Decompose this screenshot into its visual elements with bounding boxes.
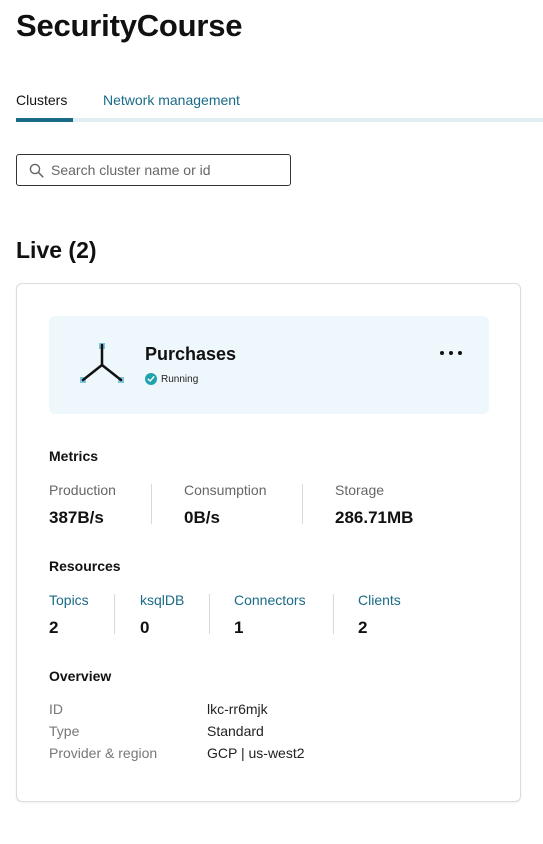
cluster-node-icon <box>80 343 124 383</box>
connectors-link[interactable]: Connectors <box>234 592 306 608</box>
search-input[interactable] <box>51 160 283 180</box>
cluster-card: Purchases Running Metrics Production 387… <box>16 283 521 802</box>
divider <box>114 594 115 634</box>
resource-clients: Clients 2 <box>358 592 401 638</box>
more-dot <box>458 351 462 355</box>
metric-label: Production <box>49 482 116 498</box>
cluster-id-value: lkc-rr6mjk <box>207 701 268 717</box>
overview-label-provider: Provider & region <box>49 745 158 761</box>
resource-count: 2 <box>49 618 59 637</box>
status-text: Running <box>161 373 199 385</box>
active-tab-indicator <box>16 118 73 122</box>
resources-title: Resources <box>49 558 121 574</box>
divider <box>302 484 303 524</box>
cluster-type-value: Standard <box>207 723 264 739</box>
status-badge: Running <box>145 372 198 386</box>
metric-storage: Storage 286.71MB <box>335 482 413 528</box>
metric-production: Production 387B/s <box>49 482 116 528</box>
check-circle-icon <box>145 373 157 385</box>
metric-value: 0B/s <box>184 508 220 527</box>
divider <box>333 594 334 634</box>
resource-ksqldb: ksqlDB 0 <box>140 592 184 638</box>
metric-value: 387B/s <box>49 508 104 527</box>
metrics-title: Metrics <box>49 448 99 464</box>
page-title: SecurityCourse <box>16 8 243 43</box>
more-horizontal-icon <box>440 351 444 355</box>
search-icon <box>29 163 44 178</box>
resource-topics: Topics 2 <box>49 592 89 638</box>
topics-link[interactable]: Topics <box>49 592 89 608</box>
resource-connectors: Connectors 1 <box>234 592 306 638</box>
live-clusters-heading: Live (2) <box>16 237 97 263</box>
tab-network-management[interactable]: Network management <box>103 92 240 108</box>
metric-consumption: Consumption 0B/s <box>184 482 267 528</box>
overview-title: Overview <box>49 668 112 684</box>
resource-count: 1 <box>234 618 244 637</box>
provider-region-value: GCP | us-west2 <box>207 745 305 761</box>
tab-bar: Clusters Network management <box>16 90 543 122</box>
tab-clusters[interactable]: Clusters <box>16 92 67 108</box>
resource-count: 0 <box>140 618 150 637</box>
overview-label-type: Type <box>49 723 80 739</box>
cluster-header[interactable]: Purchases Running <box>49 316 489 414</box>
metric-value: 286.71MB <box>335 508 414 527</box>
cluster-name[interactable]: Purchases <box>145 344 236 365</box>
clients-link[interactable]: Clients <box>358 592 401 608</box>
more-dot <box>449 351 453 355</box>
ksqldb-link[interactable]: ksqlDB <box>140 592 184 608</box>
more-options-button[interactable] <box>439 346 463 360</box>
search-box[interactable] <box>16 154 291 186</box>
divider <box>151 484 152 524</box>
resource-count: 2 <box>358 618 368 637</box>
tab-track <box>16 118 543 122</box>
metric-label: Storage <box>335 482 385 498</box>
divider <box>209 594 210 634</box>
metric-label: Consumption <box>184 482 267 498</box>
overview-label-id: ID <box>49 701 63 717</box>
